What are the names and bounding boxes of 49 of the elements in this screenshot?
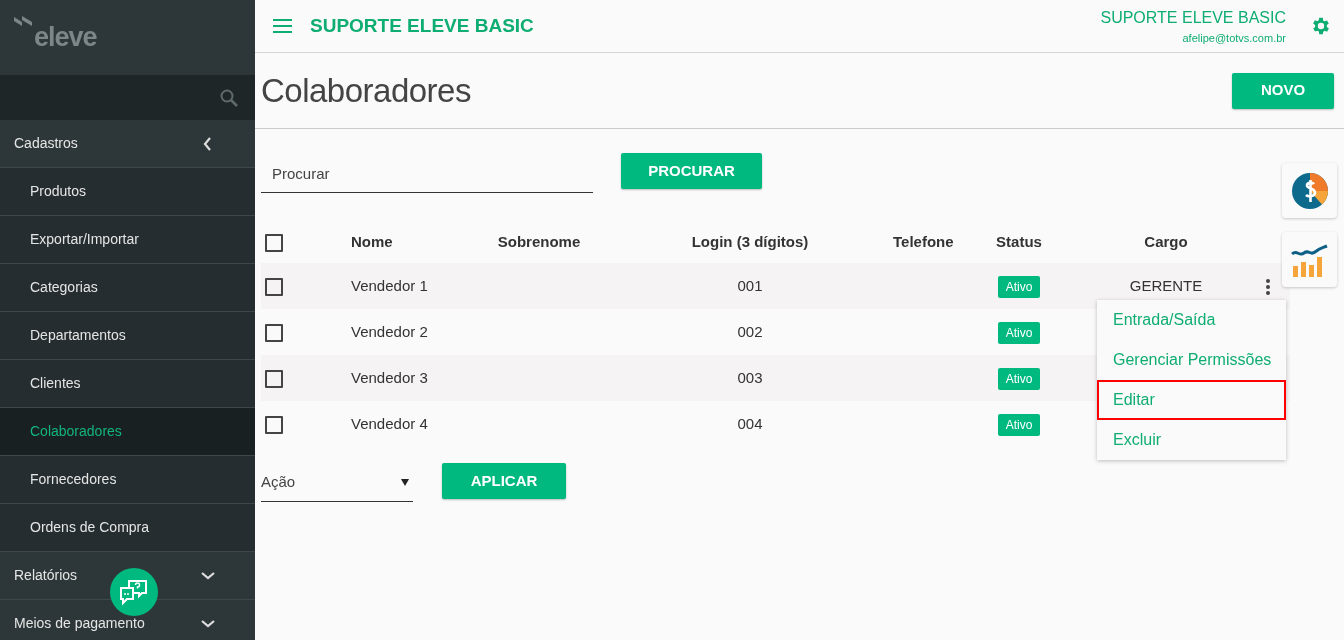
table-cell: GERENTE bbox=[1129, 276, 1203, 294]
column-header: Login (3 dígitos) bbox=[691, 232, 809, 250]
table-cell: Vendedor 3 bbox=[351, 368, 428, 386]
chat-icon bbox=[119, 578, 149, 606]
page-title: Colaboradores bbox=[261, 70, 471, 111]
table-cell: Vendedor 1 bbox=[351, 276, 428, 294]
sidebar-item[interactable]: Produtos bbox=[0, 168, 255, 216]
column-header: Status bbox=[996, 232, 1042, 250]
column-header: Telefone bbox=[893, 232, 954, 250]
status-badge: Ativo bbox=[997, 367, 1041, 390]
table-cell: Vendedor 2 bbox=[351, 322, 428, 340]
status-badge: Ativo bbox=[997, 413, 1041, 436]
logo: eleve bbox=[34, 21, 97, 55]
row-checkbox[interactable] bbox=[265, 369, 283, 388]
sidebar-item[interactable]: Departamentos bbox=[0, 312, 255, 360]
sidebar-item[interactable]: Fornecedores bbox=[0, 456, 255, 504]
sidebar-item[interactable]: Exportar/Importar bbox=[0, 216, 255, 264]
user-name: SUPORTE ELEVE BASIC bbox=[1100, 7, 1286, 28]
logo-mark-icon bbox=[14, 16, 32, 27]
row-checkbox[interactable] bbox=[265, 277, 283, 296]
action-select[interactable]: Ação bbox=[261, 463, 413, 502]
dropdown-caret-icon bbox=[401, 479, 409, 487]
column-header: Cargo bbox=[1144, 232, 1188, 250]
sidebar-item[interactable]: Colaboradores bbox=[0, 408, 255, 456]
table-cell: Vendedor 4 bbox=[351, 414, 428, 432]
app-title: SUPORTE ELEVE BASIC bbox=[310, 13, 534, 38]
sidebar-item[interactable]: Relatórios bbox=[14, 565, 78, 586]
table-cell: 001 bbox=[737, 276, 763, 294]
dollar-pie-chart-icon bbox=[1290, 171, 1329, 210]
sidebar-item[interactable]: Cadastros bbox=[14, 133, 78, 154]
select-all-checkbox[interactable] bbox=[265, 233, 283, 252]
status-badge: Ativo bbox=[997, 275, 1041, 298]
table-cell: 004 bbox=[737, 414, 763, 432]
column-header: Nome bbox=[351, 232, 393, 250]
column-header: Sobrenome bbox=[497, 232, 581, 250]
table-cell: 003 bbox=[737, 368, 763, 386]
search-field[interactable]: Procurar bbox=[261, 154, 593, 193]
search-icon[interactable] bbox=[219, 87, 239, 108]
report-shortcut-button[interactable] bbox=[1282, 163, 1337, 218]
sidebar-item[interactable]: Categorias bbox=[0, 264, 255, 312]
row-checkbox[interactable] bbox=[265, 323, 283, 342]
table-cell: 002 bbox=[737, 322, 763, 340]
menu-icon[interactable] bbox=[273, 19, 292, 33]
chart-shortcut-button[interactable] bbox=[1282, 232, 1337, 287]
row-checkbox[interactable] bbox=[265, 415, 283, 434]
more-options-icon[interactable] bbox=[1265, 277, 1271, 296]
status-badge: Ativo bbox=[997, 321, 1041, 344]
user-email: afelipe@totvs.com.br bbox=[1181, 30, 1286, 46]
settings-icon[interactable] bbox=[1310, 15, 1332, 37]
